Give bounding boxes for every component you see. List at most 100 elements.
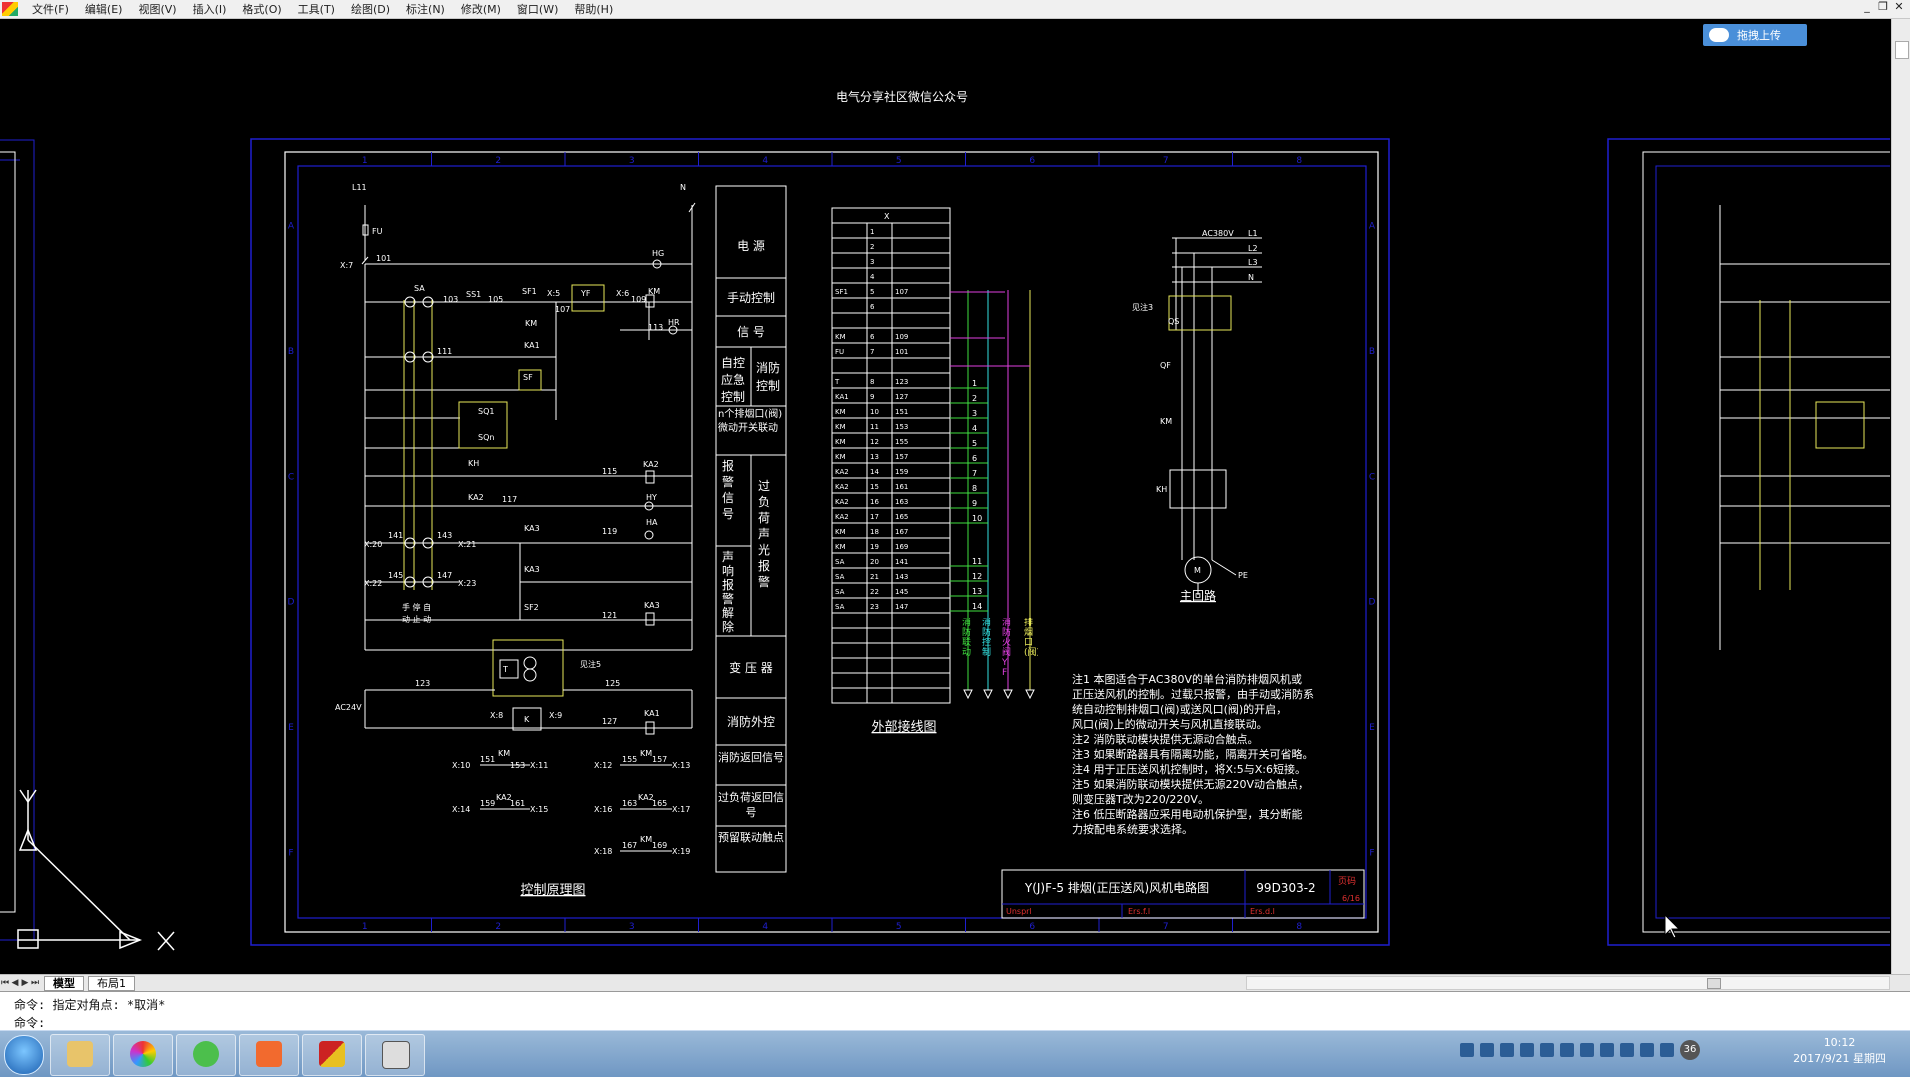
table-cell: 5	[870, 288, 874, 296]
external-diagram-title: 外部接线图	[871, 719, 936, 735]
tray-icon[interactable]	[1640, 1043, 1654, 1057]
tray-icon[interactable]	[1560, 1043, 1574, 1057]
restore-icon[interactable]: ❐	[1876, 1, 1890, 14]
svg-text:电 源: 电 源	[737, 239, 765, 253]
table-cell: 13	[870, 453, 879, 461]
svg-text:SA: SA	[414, 284, 425, 293]
drawing-canvas[interactable]: 电气分享社区微信公众号 1122334455667788AABBCCDDEEFF	[0, 19, 1910, 974]
svg-text:SS1: SS1	[466, 290, 481, 299]
svg-text:SF: SF	[523, 373, 533, 382]
table-cell: 8	[870, 378, 874, 386]
tab-layout1[interactable]: 布局1	[88, 975, 135, 991]
bus-arrow	[1025, 689, 1035, 700]
taskbar-explorer[interactable]	[50, 1034, 110, 1076]
tray-icon[interactable]	[1480, 1043, 1494, 1057]
main-circuit-title: 主回路	[1180, 588, 1216, 603]
tray-icon[interactable]	[1540, 1043, 1554, 1057]
tray-icon[interactable]	[1600, 1043, 1614, 1057]
tray-icon[interactable]	[1460, 1043, 1474, 1057]
svg-text:T: T	[502, 665, 508, 674]
frame-column-label: 6	[1029, 156, 1035, 166]
svg-text:HG: HG	[652, 249, 664, 258]
table-cell: 15	[870, 483, 879, 491]
menu-help[interactable]: 帮助(H)	[566, 1, 621, 17]
tray-icon[interactable]	[1580, 1043, 1594, 1057]
taskbar-autocad[interactable]	[302, 1034, 362, 1076]
menu-dimension[interactable]: 标注(N)	[398, 1, 453, 17]
next-tab-icon[interactable]: ▶	[20, 978, 30, 988]
vertical-scrollbar[interactable]	[1891, 19, 1910, 974]
terminal-number: 14	[972, 602, 982, 611]
frame-row-label: B	[1369, 347, 1375, 357]
svg-text:X:6: X:6	[616, 289, 629, 298]
autocad-app-icon[interactable]	[2, 2, 18, 16]
presentation-icon	[256, 1041, 282, 1067]
horizontal-scroll-thumb[interactable]	[1707, 978, 1721, 989]
minimize-icon[interactable]: _	[1860, 1, 1874, 14]
clock[interactable]: 10:12 2017/9/21 星期四	[1793, 1035, 1886, 1067]
tab-model[interactable]: 模型	[44, 975, 84, 991]
volume-icon[interactable]	[1660, 1043, 1674, 1057]
table-cell: 157	[895, 453, 908, 461]
close-icon[interactable]: ✕	[1892, 1, 1906, 14]
taskbar-presentation[interactable]	[239, 1034, 299, 1076]
tray-icon[interactable]	[1620, 1043, 1634, 1057]
sheet-frame	[250, 138, 1390, 946]
svg-text:KA3: KA3	[524, 565, 540, 574]
svg-text:HY: HY	[646, 493, 657, 502]
svg-text:KA3: KA3	[524, 524, 540, 533]
table-cell: 143	[895, 573, 908, 581]
frame-column-label: 5	[896, 156, 902, 166]
last-tab-icon[interactable]: ⏭	[30, 978, 40, 988]
taskbar-screen-tool[interactable]	[365, 1034, 425, 1076]
table-cell: KA2	[835, 513, 849, 521]
command-window[interactable]: 命令: 指定对角点: *取消* 命令:	[0, 991, 1910, 1030]
command-prompt[interactable]: 命令:	[14, 1014, 45, 1031]
start-button[interactable]	[4, 1035, 44, 1075]
svg-text:123: 123	[415, 679, 430, 688]
table-cell: 153	[895, 423, 908, 431]
tray-icon[interactable]	[1520, 1043, 1534, 1057]
right-partial-sheet	[1607, 138, 1910, 946]
prev-tab-icon[interactable]: ◀	[10, 978, 20, 988]
menu-window[interactable]: 窗口(W)	[509, 1, 566, 17]
table-cell: T	[834, 378, 840, 386]
frame-column-label: 2	[495, 922, 501, 932]
svg-text:X:12: X:12	[594, 761, 612, 770]
terminal-number: 13	[972, 587, 982, 596]
menu-file[interactable]: 文件(F)	[24, 1, 77, 17]
svg-text:X:15: X:15	[530, 805, 548, 814]
menu-edit[interactable]: 编辑(E)	[77, 1, 131, 17]
horizontal-scrollbar[interactable]	[1246, 976, 1890, 990]
svg-text:KA2: KA2	[496, 793, 512, 802]
first-tab-icon[interactable]: ⏮	[0, 978, 10, 988]
menu-view[interactable]: 视图(V)	[130, 1, 184, 17]
table-cell: KM	[835, 423, 846, 431]
vertical-scroll-thumb[interactable]	[1895, 41, 1909, 59]
svg-text:127: 127	[602, 717, 617, 726]
svg-text:见注5: 见注5	[580, 659, 601, 669]
tray-icon[interactable]	[1500, 1043, 1514, 1057]
taskbar-wechat[interactable]	[176, 1034, 236, 1076]
table-cell: 20	[870, 558, 879, 566]
note-line: 注3 如果断路器具有隔离功能，隔离开关可省略。	[1072, 747, 1314, 761]
svg-text:KH: KH	[1156, 485, 1167, 494]
bus-arrow	[983, 689, 993, 700]
menu-insert[interactable]: 插入(I)	[185, 1, 235, 17]
drag-upload-button[interactable]: 拖拽上传	[1703, 24, 1807, 46]
table-cell: 17	[870, 513, 879, 521]
svg-text:N: N	[680, 183, 686, 192]
taskbar-browser[interactable]	[113, 1034, 173, 1076]
frame-column-label: 8	[1296, 156, 1302, 166]
terminal-number: 2	[972, 394, 977, 403]
tray-badge[interactable]: 36	[1680, 1040, 1700, 1060]
svg-text:QS: QS	[1168, 317, 1179, 326]
table-cell: 11	[870, 423, 879, 431]
svg-text:159: 159	[480, 799, 495, 808]
menu-format[interactable]: 格式(O)	[234, 1, 289, 17]
menu-tools[interactable]: 工具(T)	[290, 1, 343, 17]
menu-modify[interactable]: 修改(M)	[453, 1, 509, 17]
table-cell: 6	[870, 333, 875, 341]
menu-draw[interactable]: 绘图(D)	[343, 1, 398, 17]
table-cell: SF1	[835, 288, 848, 296]
